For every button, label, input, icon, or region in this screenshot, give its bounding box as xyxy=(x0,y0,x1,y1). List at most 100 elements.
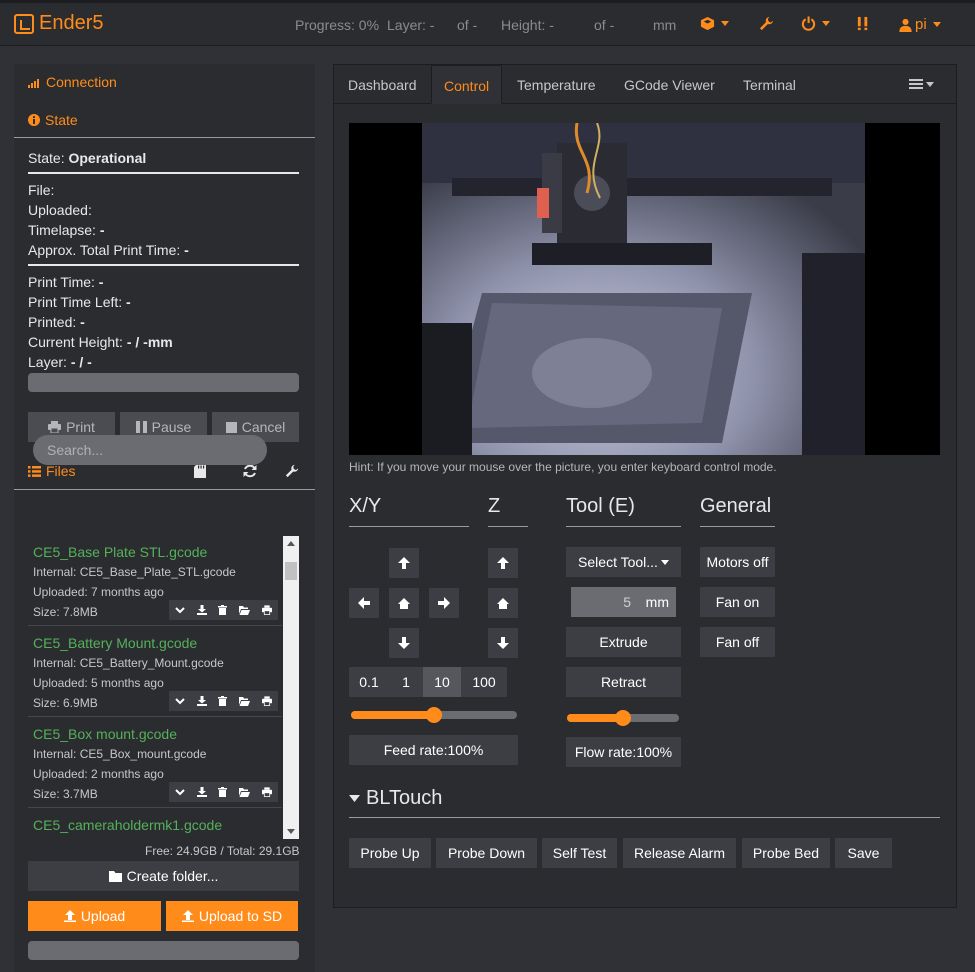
file-name[interactable]: CE5_Battery Mount.gcode xyxy=(33,635,197,651)
file-item[interactable]: CE5_Box mount.gcode Internal: CE5_Box_mo… xyxy=(28,718,282,808)
tab-dashboard[interactable]: Dashboard xyxy=(348,65,417,104)
scroll-up-arrow[interactable] xyxy=(287,541,295,546)
general-divider xyxy=(700,526,775,527)
flow-rate-button[interactable]: Flow rate:100% xyxy=(566,737,681,767)
fan-off-button[interactable]: Fan off xyxy=(700,627,775,657)
state-header[interactable]: State xyxy=(28,112,78,128)
file-actions xyxy=(169,600,278,620)
notifications-button[interactable] xyxy=(856,16,871,31)
scroll-down-arrow[interactable] xyxy=(287,829,295,834)
upload-sd-button[interactable]: Upload to SD xyxy=(166,901,298,931)
plugin-menu[interactable] xyxy=(700,16,729,31)
fan-on-button[interactable]: Fan on xyxy=(700,587,775,617)
file-list-scrollbar[interactable] xyxy=(283,536,299,839)
file-uploaded: Uploaded: 2 months ago xyxy=(33,767,164,781)
printer-icon[interactable] xyxy=(262,605,273,615)
settings-button[interactable] xyxy=(759,16,774,31)
upload-button[interactable]: Upload xyxy=(28,901,161,931)
motors-off-button[interactable]: Motors off xyxy=(700,547,775,577)
user-menu[interactable]: pi xyxy=(899,16,941,33)
webcam-stream[interactable] xyxy=(349,123,940,455)
step-0.1-button[interactable]: 0.1 xyxy=(349,667,389,697)
extrude-amount-field[interactable]: 5 mm xyxy=(571,587,676,617)
extrude-unit: mm xyxy=(645,594,669,610)
folder-icon xyxy=(108,870,122,882)
tab-control[interactable]: Control xyxy=(431,65,503,104)
step-1-button[interactable]: 1 xyxy=(389,667,423,697)
cube-icon xyxy=(700,16,715,31)
bltouch-header[interactable]: BLTouch xyxy=(349,787,442,810)
file-name[interactable]: CE5_cameraholdermk1.gcode xyxy=(33,817,222,833)
probe-bed-button[interactable]: Probe Bed xyxy=(742,838,830,868)
create-folder-button[interactable]: Create folder... xyxy=(28,861,299,891)
file-line: File: xyxy=(28,182,55,198)
release-alarm-button[interactable]: Release Alarm xyxy=(623,838,736,868)
trash-icon[interactable] xyxy=(218,605,228,615)
jog-x-plus-button[interactable] xyxy=(429,588,459,618)
file-name[interactable]: CE5_Box mount.gcode xyxy=(33,726,177,742)
brand-title: Ender5 xyxy=(39,12,104,34)
scroll-thumb[interactable] xyxy=(285,562,297,580)
feed-rate-slider[interactable] xyxy=(351,707,517,723)
folder-open-icon[interactable] xyxy=(239,787,251,797)
folder-open-icon[interactable] xyxy=(239,605,251,615)
tab-terminal[interactable]: Terminal xyxy=(743,65,796,104)
bltouch-label: BLTouch xyxy=(366,787,443,809)
step-10-button[interactable]: 10 xyxy=(423,667,461,697)
feed-rate-button[interactable]: Feed rate:100% xyxy=(349,735,518,765)
flow-rate-slider[interactable] xyxy=(567,710,679,726)
upload-icon xyxy=(181,910,194,922)
chevron-down-icon[interactable] xyxy=(175,788,185,796)
home-z-button[interactable] xyxy=(488,588,518,618)
sd-card-icon[interactable] xyxy=(194,464,206,478)
brand-link[interactable]: Ender5 xyxy=(14,12,104,35)
wrench-icon[interactable] xyxy=(285,464,299,478)
trash-icon[interactable] xyxy=(218,696,228,706)
refresh-icon[interactable] xyxy=(243,464,257,478)
save-button[interactable]: Save xyxy=(835,838,892,868)
extrude-button[interactable]: Extrude xyxy=(566,627,681,657)
probe-down-button[interactable]: Probe Down xyxy=(436,838,537,868)
arrow-up-icon xyxy=(497,557,509,569)
printer-icon[interactable] xyxy=(262,787,273,797)
files-header[interactable]: Files xyxy=(28,463,76,479)
connection-header[interactable]: Connection xyxy=(28,74,117,90)
height-of-status: of - xyxy=(594,17,615,33)
info-icon xyxy=(28,114,40,126)
file-name[interactable]: CE5_Base Plate STL.gcode xyxy=(33,544,207,560)
file-search-input[interactable] xyxy=(33,435,267,465)
select-tool-dropdown[interactable]: Select Tool... xyxy=(566,547,681,577)
octoprint-logo-icon xyxy=(14,13,34,34)
jog-y-minus-button[interactable] xyxy=(389,628,419,658)
tab-temperature[interactable]: Temperature xyxy=(517,65,596,104)
state-value: Operational xyxy=(68,150,147,166)
system-menu[interactable] xyxy=(801,16,830,31)
flow-rate-knob[interactable] xyxy=(615,710,631,726)
feed-rate-knob[interactable] xyxy=(426,707,442,723)
jog-x-minus-button[interactable] xyxy=(349,588,379,618)
uploaded-line: Uploaded: xyxy=(28,202,92,218)
self-test-button[interactable]: Self Test xyxy=(542,838,617,868)
probe-up-button[interactable]: Probe Up xyxy=(349,838,431,868)
tab-gcode-viewer[interactable]: GCode Viewer xyxy=(624,65,715,104)
jog-z-minus-button[interactable] xyxy=(488,628,518,658)
retract-button[interactable]: Retract xyxy=(566,667,681,697)
file-item[interactable]: CE5_Base Plate STL.gcode Internal: CE5_B… xyxy=(28,536,282,626)
connection-label: Connection xyxy=(46,74,117,90)
home-xy-button[interactable] xyxy=(389,588,419,618)
jog-z-plus-button[interactable] xyxy=(488,548,518,578)
folder-open-icon[interactable] xyxy=(239,696,251,706)
file-item[interactable]: CE5_cameraholdermk1.gcode xyxy=(28,809,282,839)
tab-overflow-menu[interactable] xyxy=(909,79,934,89)
download-icon[interactable] xyxy=(196,787,207,797)
timelapse-line: Timelapse: - xyxy=(28,222,105,238)
file-item[interactable]: CE5_Battery Mount.gcode Internal: CE5_Ba… xyxy=(28,627,282,717)
trash-icon[interactable] xyxy=(218,787,228,797)
printer-icon[interactable] xyxy=(262,696,273,706)
chevron-down-icon[interactable] xyxy=(175,606,185,614)
download-icon[interactable] xyxy=(196,696,207,706)
chevron-down-icon[interactable] xyxy=(175,697,185,705)
jog-y-plus-button[interactable] xyxy=(389,548,419,578)
step-100-button[interactable]: 100 xyxy=(461,667,507,697)
download-icon[interactable] xyxy=(196,605,207,615)
